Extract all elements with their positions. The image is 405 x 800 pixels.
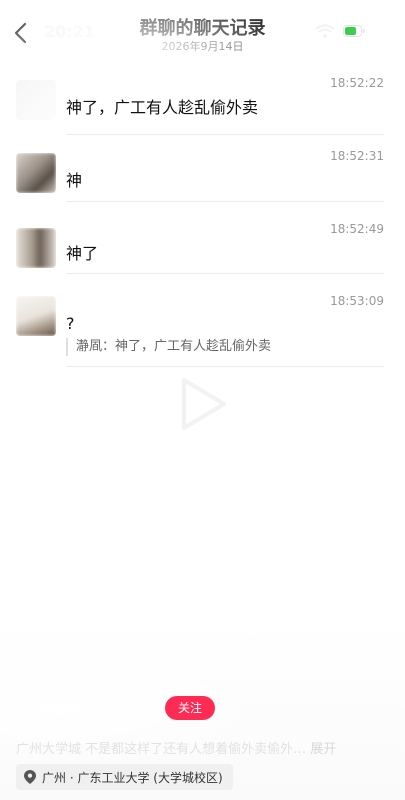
follow-button[interactable]: 关注 — [165, 696, 215, 720]
chat-message: 18:52:22 神了，广工有人趁乱偷外卖 — [16, 76, 384, 136]
quoted-message: 瀞凮：神了，广工有人趁乱偷外卖 — [66, 338, 271, 356]
video-caption[interactable]: 广州大学城 不是都这样了还有人想着偷外卖偷外… 展开 — [16, 738, 391, 757]
message-time: 18:52:22 — [330, 76, 384, 90]
avatar — [16, 153, 56, 193]
message-time: 18:52:31 — [330, 149, 384, 163]
avatar — [16, 228, 56, 268]
caption-text: 广州大学城 不是都这样了还有人想着偷外卖偷外… — [16, 742, 307, 757]
location-tag[interactable]: 广州 · 广东工业大学 (大学城校区) — [16, 764, 233, 790]
location-pin-icon — [24, 770, 36, 784]
divider — [66, 273, 384, 274]
chat-message: 18:52:49 神了 — [16, 222, 384, 282]
message-text: 神了，广工有人趁乱偷外卖 — [66, 98, 259, 117]
play-icon[interactable] — [168, 372, 232, 436]
expand-link[interactable]: 展开 — [310, 742, 336, 757]
message-text: ? — [66, 314, 75, 333]
wifi-icon — [315, 24, 335, 38]
message-time: 18:53:09 — [330, 294, 384, 308]
divider — [66, 366, 384, 367]
avatar — [16, 80, 56, 120]
message-text: 神 — [66, 171, 83, 190]
chat-message: 18:53:09 ? 瀞凮：神了，广工有人趁乱偷外卖 — [16, 294, 384, 374]
location-text: 广州 · 广东工业大学 (大学城校区) — [42, 770, 223, 785]
battery-icon — [343, 25, 365, 37]
message-time: 18:52:49 — [330, 222, 384, 236]
avatar — [16, 296, 56, 336]
divider — [66, 134, 384, 135]
header-bar: 20:21 群聊的聊天记录 2026年9月14日 — [0, 0, 405, 60]
divider — [66, 201, 384, 202]
page-date: 2026年9月14日 — [161, 40, 244, 53]
message-text: 神了 — [66, 244, 99, 263]
chat-message: 18:52:31 神 — [16, 149, 384, 209]
